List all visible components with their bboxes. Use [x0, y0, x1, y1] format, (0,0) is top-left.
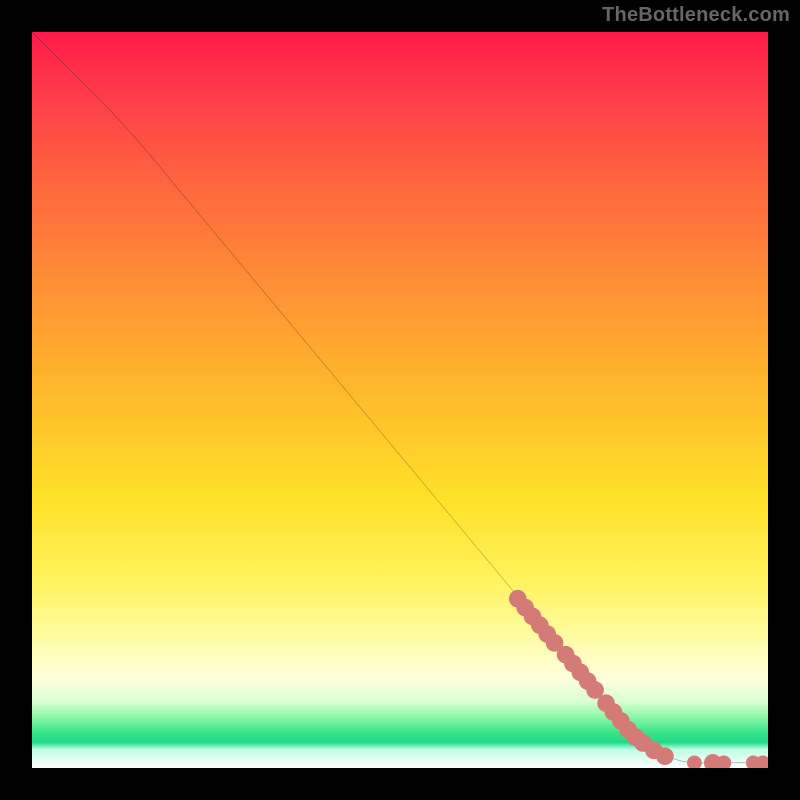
watermark-text: TheBottleneck.com [602, 4, 790, 27]
chart-stage: TheBottleneck.com [0, 0, 800, 800]
data-point [656, 747, 674, 765]
bottleneck-curve [32, 32, 768, 763]
curve-layer [32, 32, 768, 768]
plot-area [32, 32, 768, 768]
data-point [687, 755, 702, 768]
curve-markers [509, 590, 768, 768]
